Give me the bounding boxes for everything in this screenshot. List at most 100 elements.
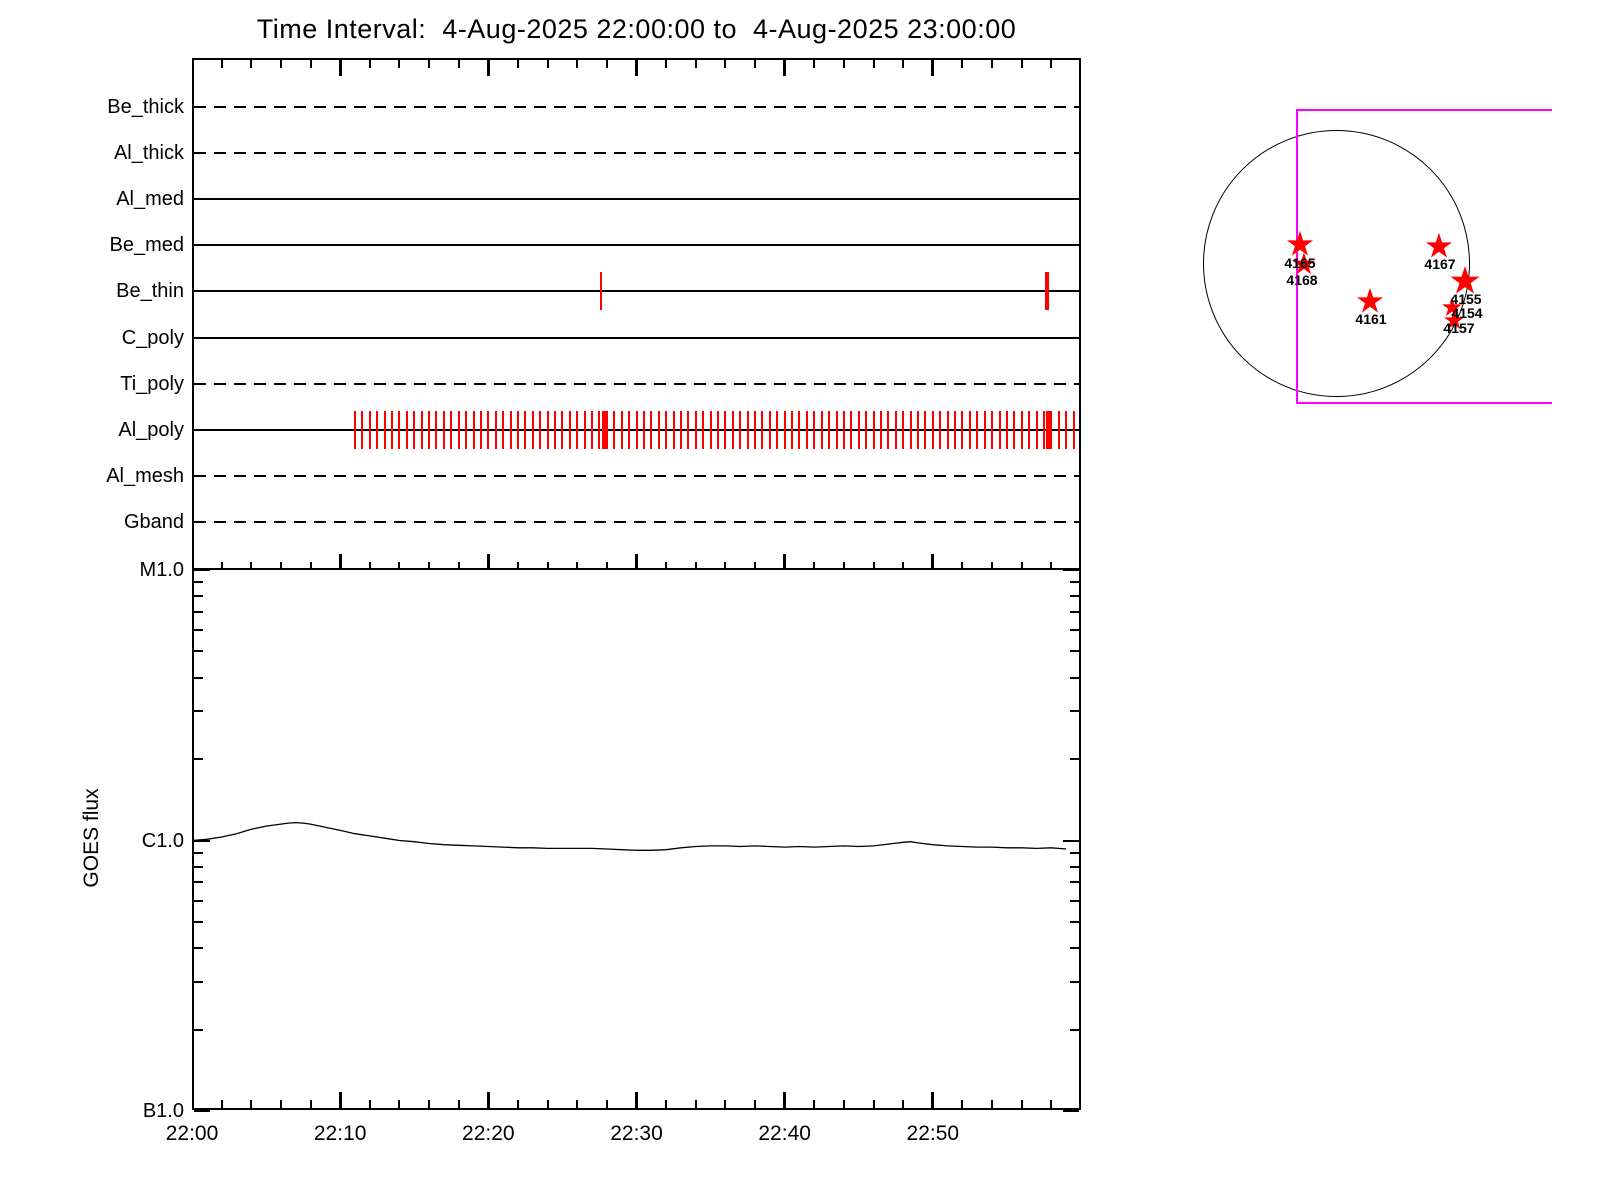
exposure-tick: [679, 410, 682, 449]
exposure-tick: [968, 410, 971, 449]
exposure-tick: [450, 410, 453, 449]
exposure-tick: [554, 410, 556, 449]
filter-row-label: Al_poly: [118, 418, 184, 441]
exposure-tick: [576, 410, 579, 449]
exposure-tick: [768, 410, 771, 449]
exposure-tick: [991, 410, 994, 449]
exposure-tick: [835, 410, 838, 449]
exposure-tick: [405, 410, 408, 449]
exposure-tick: [353, 410, 356, 449]
fov-box-top-edge: [1296, 109, 1552, 111]
exposure-tick: [472, 410, 475, 449]
time-tick-top: [635, 60, 638, 76]
time-tick-top: [1050, 60, 1053, 68]
exposure-tick: [894, 410, 897, 449]
filter-row-line-Be_thin: [194, 290, 1079, 293]
filter-row-line-Al_thick: [194, 152, 1079, 155]
exposure-tick: [368, 410, 371, 449]
time-tick-top: [279, 60, 282, 68]
time-tick-label: 22:30: [610, 1122, 663, 1145]
exposure-tick: [702, 410, 705, 449]
exposure-tick: [798, 410, 801, 449]
exposure-tick: [939, 410, 942, 449]
filter-row-label: Be_thick: [107, 96, 184, 118]
exposure-tick: [420, 410, 423, 449]
exposure-tick: [805, 410, 808, 449]
active-region-label: 4154: [1451, 305, 1483, 321]
time-tick-middle: [931, 554, 935, 570]
exposure-tick: [761, 410, 764, 449]
time-tick-middle: [694, 562, 697, 570]
time-tick-top: [783, 60, 787, 76]
exposure-tick: [568, 410, 571, 449]
filter-row-label: Ti_poly: [120, 372, 184, 395]
exposure-tick: [494, 410, 497, 449]
exposure-tick: [605, 410, 608, 449]
exposure-tick: [413, 410, 416, 449]
time-tick-top: [250, 60, 253, 68]
time-tick-top: [546, 60, 549, 68]
time-tick-middle: [813, 562, 816, 570]
time-tick-middle: [368, 562, 371, 570]
exposure-tick: [694, 410, 697, 449]
time-tick-middle: [220, 562, 223, 570]
exposure-tick: [857, 410, 860, 449]
exposure-tick: [998, 410, 1001, 449]
exposure-tick: [850, 410, 853, 449]
time-tick-middle: [635, 554, 638, 570]
time-tick-top: [368, 60, 371, 68]
active-region-label: 4167: [1424, 256, 1456, 272]
time-tick-top: [516, 60, 519, 68]
exposure-tick: [479, 410, 482, 449]
goes-ytick-label: B1.0: [142, 1100, 184, 1122]
time-tick-middle: [338, 554, 342, 570]
time-tick-top: [902, 60, 905, 68]
filter-row-label: Be_med: [109, 234, 185, 257]
filter-row-label: Be_thin: [116, 280, 184, 303]
exposure-tick: [1057, 410, 1060, 449]
goes-ytick-label: C1.0: [141, 829, 184, 852]
time-tick-top: [576, 60, 579, 68]
filter-row-line-Al_med: [194, 198, 1079, 201]
exposure-tick: [1065, 410, 1068, 449]
time-tick-top: [220, 60, 223, 68]
time-tick-top: [665, 60, 668, 68]
time-tick-top: [486, 60, 490, 76]
exposure-tick: [628, 410, 631, 449]
exposure-tick: [509, 410, 512, 449]
exposure-tick: [687, 410, 690, 449]
time-tick-middle: [605, 562, 608, 570]
goes-flux-series: [192, 821, 1067, 851]
exposure-tick: [650, 410, 653, 449]
exposure-tick: [954, 410, 957, 449]
xrt-goes-quicklook-plot: Time Interval: 4-Aug-2025 22:00:00 to 4-…: [0, 0, 1600, 1200]
exposure-tick: [546, 410, 549, 449]
goes-ytick-left: [194, 1110, 210, 1112]
exposure-tick: [887, 410, 890, 449]
time-tick-middle: [872, 562, 875, 570]
exposure-tick: [902, 410, 905, 449]
exposure-tick: [635, 410, 638, 449]
exposure-tick: [583, 410, 586, 449]
exposure-tick: [428, 410, 431, 449]
exposure-tick: [739, 410, 742, 449]
exposure-tick: [591, 410, 594, 449]
exposure-tick: [731, 410, 734, 449]
time-tick-middle: [546, 562, 549, 570]
exposure-tick: [865, 410, 868, 449]
exposure-tick: [791, 410, 794, 449]
exposure-tick: [524, 410, 527, 449]
time-tick-label: 22:20: [462, 1122, 515, 1145]
exposure-tick: [383, 410, 386, 449]
exposure-tick: [442, 410, 445, 449]
exposure-tick: [783, 410, 786, 449]
exposure-tick: [961, 410, 964, 449]
exposure-tick: [665, 410, 668, 449]
time-tick-middle: [1050, 562, 1053, 570]
time-tick-middle: [665, 562, 668, 570]
time-tick-middle: [754, 562, 757, 570]
exposure-tick: [398, 410, 401, 449]
filter-row-line-Be_thick: [194, 106, 1079, 108]
exposure-tick: [361, 410, 364, 449]
exposure-tick: [657, 410, 660, 449]
